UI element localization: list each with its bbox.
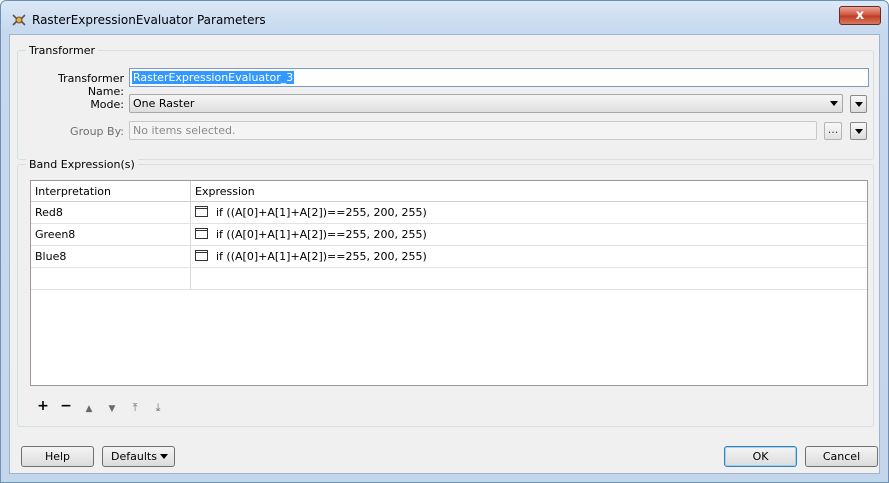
group-by-ellipsis-button[interactable]: ... xyxy=(824,122,842,140)
transformer-group-label: Transformer xyxy=(26,44,99,57)
mode-dropdown[interactable]: One Raster xyxy=(129,94,843,113)
transformer-name-value: RasterExpressionEvaluator_3 xyxy=(132,71,295,84)
help-button[interactable]: Help xyxy=(21,446,94,467)
column-header-expression[interactable]: Expression xyxy=(191,181,867,202)
move-up-icon[interactable]: ▲ xyxy=(82,402,96,416)
dialog-window: RasterExpressionEvaluator Parameters x T… xyxy=(0,0,889,483)
column-header-interpretation[interactable]: Interpretation xyxy=(31,181,191,202)
empty-interpretation-cell[interactable] xyxy=(31,268,191,289)
group-by-placeholder: No items selected. xyxy=(133,124,236,137)
expression-cell[interactable]: if ((A[0]+A[1]+A[2])==255, 200, 255) xyxy=(191,224,867,245)
empty-expression-cell[interactable] xyxy=(191,268,867,289)
add-row-plus-icon[interactable]: + xyxy=(36,399,50,413)
mode-menu-button[interactable] xyxy=(850,95,867,113)
transformer-app-icon xyxy=(12,14,26,26)
chevron-down-icon xyxy=(160,454,168,459)
defaults-button[interactable]: Defaults xyxy=(102,446,175,467)
ok-button[interactable]: OK xyxy=(724,446,797,467)
window-title: RasterExpressionEvaluator Parameters xyxy=(32,13,266,27)
expression-text: if ((A[0]+A[1]+A[2])==255, 200, 255) xyxy=(216,228,427,241)
expression-editor-icon[interactable] xyxy=(195,250,208,261)
move-to-top-icon[interactable]: ⤒ xyxy=(128,401,142,415)
transformer-name-label: Transformer Name: xyxy=(57,72,124,98)
mode-value: One Raster xyxy=(133,97,195,110)
expression-editor-icon[interactable] xyxy=(195,206,208,217)
remove-row-minus-icon[interactable]: − xyxy=(59,399,73,413)
title-bar[interactable]: RasterExpressionEvaluator Parameters x xyxy=(1,1,888,35)
transformer-name-input[interactable]: RasterExpressionEvaluator_3 xyxy=(129,68,869,87)
band-expressions-group-label: Band Expression(s) xyxy=(26,158,138,171)
expression-text: if ((A[0]+A[1]+A[2])==255, 200, 255) xyxy=(216,250,427,263)
expression-cell[interactable]: if ((A[0]+A[1]+A[2])==255, 200, 255) xyxy=(191,202,867,223)
close-button[interactable]: x xyxy=(839,6,881,25)
chevron-down-icon xyxy=(855,102,863,107)
band-expression-table[interactable]: Interpretation Expression Red8 if ((A[0]… xyxy=(30,180,868,386)
group-by-menu-button[interactable] xyxy=(850,122,867,140)
empty-table-row[interactable] xyxy=(31,268,867,290)
group-by-label: Group By: xyxy=(70,125,124,138)
interpretation-cell[interactable]: Green8 xyxy=(31,224,191,245)
mode-dropdown-arrow-icon xyxy=(830,101,838,106)
mode-label: Mode: xyxy=(90,98,124,111)
move-down-icon[interactable]: ▼ xyxy=(105,402,119,416)
expression-cell[interactable]: if ((A[0]+A[1]+A[2])==255, 200, 255) xyxy=(191,246,867,267)
dialog-client-area: Transformer Transformer Name: RasterExpr… xyxy=(9,34,880,474)
interpretation-cell[interactable]: Red8 xyxy=(31,202,191,223)
move-to-bottom-icon[interactable]: ⤓ xyxy=(151,401,165,415)
group-by-field[interactable]: No items selected. xyxy=(129,121,817,140)
chevron-down-icon xyxy=(855,129,863,134)
expression-editor-icon[interactable] xyxy=(195,228,208,239)
expression-text: if ((A[0]+A[1]+A[2])==255, 200, 255) xyxy=(216,206,427,219)
defaults-button-label: Defaults xyxy=(111,450,157,463)
interpretation-cell[interactable]: Blue8 xyxy=(31,246,191,267)
cancel-button[interactable]: Cancel xyxy=(805,446,878,467)
table-row[interactable]: Green8 if ((A[0]+A[1]+A[2])==255, 200, 2… xyxy=(31,224,867,246)
table-row[interactable]: Red8 if ((A[0]+A[1]+A[2])==255, 200, 255… xyxy=(31,202,867,224)
table-row[interactable]: Blue8 if ((A[0]+A[1]+A[2])==255, 200, 25… xyxy=(31,246,867,268)
